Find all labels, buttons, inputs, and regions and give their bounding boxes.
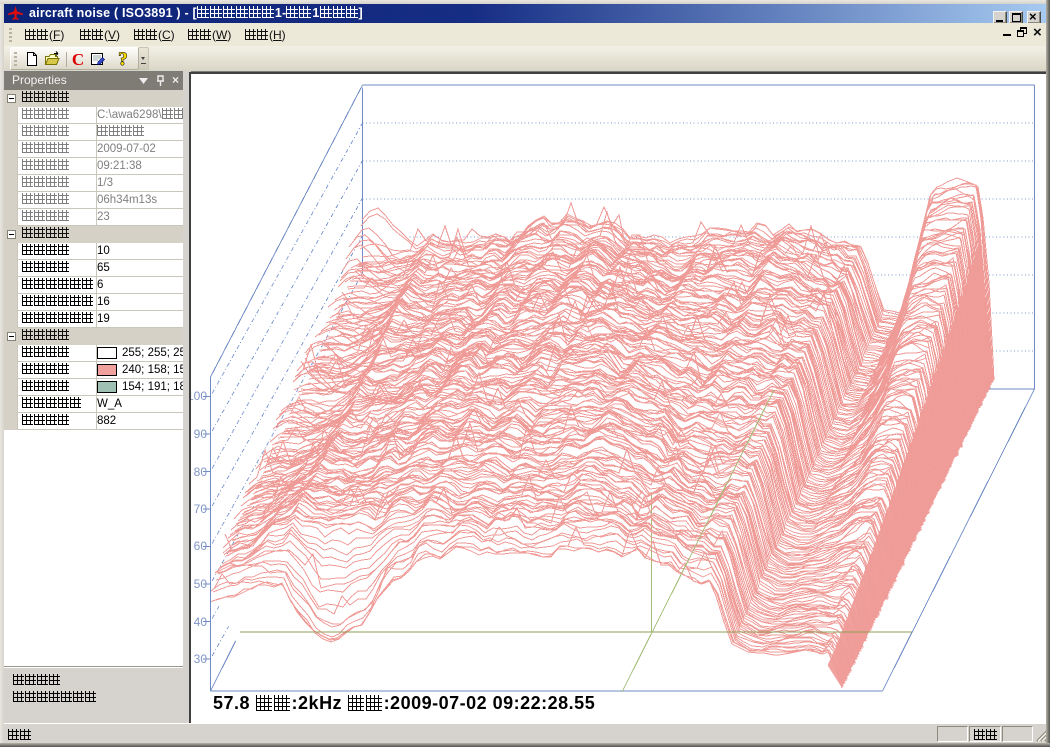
- svg-text:70: 70: [194, 502, 208, 516]
- svg-text:90: 90: [194, 427, 208, 441]
- svg-text:40: 40: [194, 615, 208, 629]
- svg-text:?: ?: [118, 49, 128, 69]
- svg-text:100: 100: [191, 389, 207, 403]
- svg-text:80: 80: [194, 465, 208, 479]
- svg-text:50: 50: [194, 577, 208, 591]
- svg-text:30: 30: [194, 652, 208, 666]
- svg-text:60: 60: [194, 539, 208, 553]
